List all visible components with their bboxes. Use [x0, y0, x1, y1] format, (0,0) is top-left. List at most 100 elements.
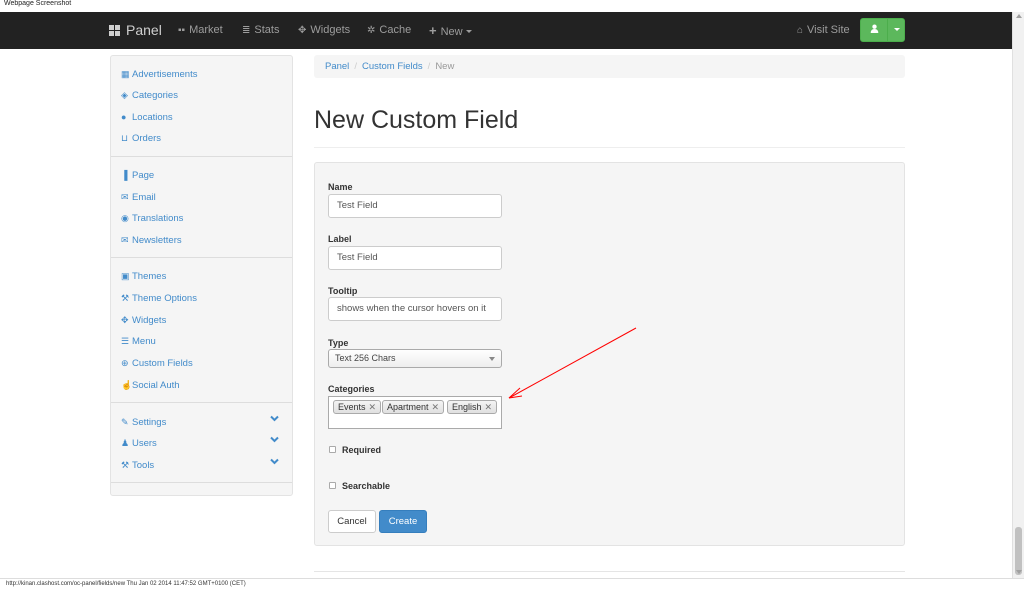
searchable-checkbox[interactable]	[329, 482, 336, 489]
user-menu-button[interactable]	[860, 18, 905, 42]
sidebar-item-orders[interactable]: ⊔ Orders	[121, 131, 161, 145]
brand-link[interactable]: Panel	[109, 12, 162, 49]
chevron-down-icon[interactable]	[270, 457, 279, 467]
sidebar-item-label: Menu	[132, 336, 156, 347]
sidebar-item-label: Newsletters	[132, 235, 182, 246]
sidebar-item-label: Social Auth	[132, 380, 180, 391]
sidebar-item-label: Themes	[132, 271, 167, 282]
sidebar-item-translations[interactable]: ◉ Translations	[121, 211, 183, 225]
nav-widgets[interactable]: ✥ Widgets	[298, 12, 350, 49]
nav-cache[interactable]: ✲ Cache	[367, 12, 411, 49]
label-input[interactable]: Test Field	[328, 246, 502, 270]
sidebar-item-menu[interactable]: ☰ Menu	[121, 334, 156, 348]
visit-site-link[interactable]: ⌂ Visit Site	[797, 12, 850, 49]
sidebar-item-social-auth[interactable]: ☝Social Auth	[121, 378, 180, 392]
cancel-button[interactable]: Cancel	[328, 510, 376, 533]
tags-icon: ◈	[121, 90, 128, 100]
label-label: Label	[328, 234, 352, 244]
thumbs-up-icon: ☝	[121, 380, 133, 390]
sidebar-item-page[interactable]: ▐ Page	[121, 168, 154, 182]
sidebar-item-advertisements[interactable]: ▦ Advertisements	[121, 67, 197, 81]
sidebar-item-theme-options[interactable]: ⚒ Theme Options	[121, 291, 197, 305]
nav-stats-label: Stats	[254, 24, 280, 36]
sidebar-item-users[interactable]: ♟ Users	[121, 436, 157, 450]
sidebar-item-label: Translations	[132, 213, 184, 224]
tooltip-input[interactable]: shows when the cursor hovers on it	[328, 297, 502, 321]
scroll-thumb[interactable]	[1015, 527, 1022, 575]
scroll-down-icon[interactable]	[1016, 570, 1022, 574]
close-icon[interactable]: ✕	[432, 402, 440, 412]
sidebar-item-label: Email	[132, 192, 156, 203]
sidebar-divider	[111, 156, 292, 157]
sidebar-item-label: Page	[132, 170, 155, 181]
sidebar-item-label: Settings	[132, 417, 167, 428]
sidebar-item-themes[interactable]: ▣ Themes	[121, 269, 166, 283]
sidebar-item-widgets[interactable]: ✥ Widgets	[121, 313, 166, 327]
caret-down-icon	[465, 30, 472, 33]
required-label: Required	[342, 445, 382, 455]
nav-new[interactable]: + New	[429, 12, 472, 49]
required-checkbox[interactable]	[329, 446, 336, 453]
sidebar-item-custom-fields[interactable]: ⊕ Custom Fields	[121, 356, 193, 370]
category-tag-label: English	[452, 402, 482, 412]
scroll-up-icon[interactable]	[1016, 14, 1022, 18]
screenshot-label: Webpage Screenshot	[4, 0, 72, 7]
category-tag-label: Events	[338, 402, 366, 412]
sidebar-item-locations[interactable]: ● Locations	[121, 110, 173, 124]
sidebar-item-label: Users	[132, 438, 157, 449]
sidebar: ▦ Advertisements ◈ Categories ● Locations ⊔…	[110, 55, 293, 496]
close-icon[interactable]: ✕	[485, 402, 493, 412]
title-divider	[314, 147, 905, 148]
sidebar-item-settings[interactable]: ✎ Settings	[121, 415, 166, 429]
sidebar-item-label: Advertisements	[132, 69, 198, 80]
globe-icon: ◉	[121, 213, 129, 223]
edit-icon: ✎	[121, 417, 129, 427]
chevron-down-icon[interactable]	[270, 414, 279, 424]
nav-stats[interactable]: ≣ Stats	[242, 12, 279, 49]
categories-multiselect[interactable]: Events ✕ Apartment ✕ English ✕	[328, 396, 502, 429]
th-large-icon: ▪▪	[178, 25, 186, 36]
type-select-value: Text 256 Chars	[335, 353, 396, 363]
sidebar-item-label: Orders	[132, 133, 162, 144]
move-icon: ✥	[298, 25, 307, 36]
plus-icon: +	[429, 23, 437, 38]
name-input[interactable]: Test Field	[328, 194, 502, 218]
caret-down-icon	[894, 28, 900, 31]
sidebar-item-label: Categories	[132, 90, 178, 101]
breadcrumb-active: New	[435, 61, 455, 72]
footer-divider	[314, 571, 905, 572]
chevron-down-icon	[489, 357, 495, 361]
breadcrumb: Panel / Custom Fields / New	[314, 55, 905, 78]
brand-label: Panel	[126, 22, 162, 38]
file-icon: ▐	[121, 170, 128, 180]
breadcrumb-separator: /	[427, 61, 431, 72]
sidebar-item-tools[interactable]: ⚒ Tools	[121, 458, 154, 472]
close-icon[interactable]: ✕	[369, 402, 377, 412]
page-scrollbar[interactable]	[1012, 12, 1024, 578]
breadcrumb-custom-fields[interactable]: Custom Fields	[362, 61, 423, 72]
type-select[interactable]: Text 256 Chars	[328, 349, 502, 368]
type-label: Type	[328, 338, 349, 348]
sidebar-item-newsletters[interactable]: ✉ Newsletters	[121, 233, 182, 247]
top-navbar: Panel ▪▪ Market ≣ Stats ✥ Widgets ✲ Cache + N…	[0, 12, 1012, 49]
chevron-down-icon[interactable]	[270, 435, 279, 445]
breadcrumb-separator: /	[354, 61, 357, 72]
envelope-icon: ✉	[121, 235, 129, 245]
user-icon: ♟	[121, 438, 130, 448]
breadcrumb-panel[interactable]: Panel	[325, 61, 349, 72]
nav-market[interactable]: ▪▪ Market	[178, 12, 223, 49]
shopping-cart-icon: ⊔	[121, 133, 129, 143]
sidebar-item-categories[interactable]: ◈ Categories	[121, 88, 178, 102]
map-marker-icon: ●	[121, 112, 127, 122]
sidebar-divider	[111, 257, 292, 258]
name-label: Name	[328, 182, 353, 192]
sidebar-item-label: Theme Options	[132, 293, 197, 304]
sidebar-item-label: Locations	[132, 112, 173, 123]
picture-icon: ▣	[121, 271, 130, 281]
th-large-icon: ▦	[121, 69, 130, 79]
searchable-label: Searchable	[342, 481, 391, 491]
create-button[interactable]: Create	[379, 510, 427, 533]
envelope-icon: ✉	[121, 192, 129, 202]
sidebar-item-email[interactable]: ✉ Email	[121, 190, 156, 204]
list-icon: ☰	[121, 336, 130, 346]
